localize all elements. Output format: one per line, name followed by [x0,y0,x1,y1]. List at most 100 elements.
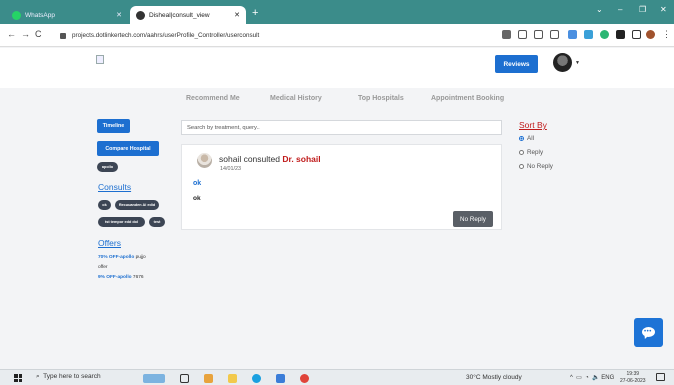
taskbar-search[interactable]: ⌕ Type here to search [36,373,101,381]
profile-nav-tabs: Recommend Me Medical History Top Hospita… [0,95,674,107]
url-text: projects.dotlinkertech.com/aahrs/userPro… [72,32,260,39]
user-avatar[interactable] [553,53,572,72]
offer-link[interactable]: 70% OFF-apollo [98,255,134,260]
extensions-puzzle-icon[interactable] [616,30,625,39]
reload-icon[interactable]: C [35,29,42,39]
search-highlight-icon[interactable] [143,374,165,383]
timeline-button[interactable]: Timeline [97,119,130,133]
caret-down-icon[interactable]: ▼ [575,60,580,66]
compare-hospital-button[interactable]: Compare Hospital [97,141,159,156]
address-bar-row: ← → C projects.dotlinkertech.com/aahrs/u… [0,24,674,47]
extension-icon[interactable] [600,30,609,39]
kebab-menu-icon[interactable]: ⋮ [662,29,671,40]
radio-checked[interactable] [519,136,524,141]
consult-tag[interactable]: Recuuanden Ai edid [115,200,159,210]
consults-heading[interactable]: Consults [98,182,131,192]
offer-link[interactable]: 9% OFF-apollo [98,275,132,280]
consult-subject[interactable]: ok [193,180,201,187]
forward-icon[interactable]: → [21,29,30,39]
consult-date: 14/01/23 [220,166,241,172]
zoom-icon[interactable] [518,30,527,39]
tab-search-icon[interactable]: ⌄ [596,5,603,14]
extension-icon[interactable] [584,30,593,39]
edge-icon[interactable] [252,374,261,383]
doctor-avatar [197,153,212,168]
share-icon[interactable] [534,30,543,39]
sort-by-heading: Sort By [519,120,547,130]
tab-disheal[interactable]: Disheal|consult_view ✕ [130,6,246,24]
radio-unchecked[interactable] [519,150,524,155]
consult-verb: consulted [241,154,283,164]
maximize-icon[interactable]: ❐ [639,5,646,14]
tab-whatsapp[interactable]: WhatsApp ✕ [6,6,128,24]
taskbar-clock[interactable]: 19:39 27-06-2023 [620,371,646,385]
no-reply-button[interactable]: No Reply [453,211,493,227]
chat-dots-icon: ••• [644,329,652,335]
site-favicon-icon [136,10,145,20]
sticky-notes-icon[interactable] [204,374,213,383]
tab-title: WhatsApp [25,11,55,19]
sort-option-all[interactable]: All [519,135,534,142]
windows-start-icon[interactable] [14,374,22,382]
extension-icon[interactable] [568,30,577,39]
consult-title: sohail consulted Dr. sohail [219,154,321,164]
key-icon[interactable] [502,30,511,39]
task-view-icon[interactable] [180,374,189,383]
consult-tag[interactable]: test [149,217,165,227]
notification-icon[interactable] [656,373,665,381]
sidepanel-icon[interactable] [632,30,641,39]
store-icon[interactable] [276,374,285,383]
offer-text: 7676 [131,275,144,280]
taskbar-search-placeholder: Type here to search [43,373,101,380]
tab-title: Disheal|consult_view [149,11,210,19]
consult-card: sohail consulted Dr. sohail 14/01/23 ok … [181,144,502,230]
language-indicator[interactable]: ENG [601,375,614,381]
search-input[interactable] [181,120,502,135]
whatsapp-icon [12,10,21,20]
offer-item: offer [98,265,108,270]
consult-tag[interactable]: ok [98,200,111,210]
sort-option-reply[interactable]: Reply [519,149,543,156]
bookmark-star-icon[interactable] [550,30,559,39]
chat-button[interactable]: ••• [634,318,663,347]
doctor-name[interactable]: Dr. sohail [282,154,320,164]
clock-date: 27-06-2023 [620,378,646,384]
hospital-tag[interactable]: apollo [97,162,118,172]
file-explorer-icon[interactable] [228,374,237,383]
offer-item: 9% OFF-apollo 7676 [98,275,144,280]
patient-name: sohail [219,154,242,164]
url-field[interactable]: projects.dotlinkertech.com/aahrs/userPro… [60,28,420,43]
offers-heading[interactable]: Offers [98,238,121,248]
site-header: Reviews ▼ [0,48,674,88]
offer-text: pujjo [134,255,146,260]
sort-option-no-reply[interactable]: No Reply [519,163,553,170]
consult-tag[interactable]: tst tempor edd dol [98,217,145,227]
offer-text: offer [98,265,108,270]
close-tab-icon[interactable]: ✕ [116,11,122,19]
weather-widget[interactable]: 30°C Mostly cloudy [466,374,522,381]
back-icon[interactable]: ← [7,29,16,39]
tab-top-hospitals[interactable]: Top Hospitals [358,95,404,102]
reviews-button[interactable]: Reviews [495,55,538,73]
consult-body: ok [193,195,201,202]
broken-logo-image[interactable] [96,55,104,64]
sort-option-label: No Reply [527,163,553,170]
new-tab-button[interactable]: + [252,6,258,20]
profile-avatar-icon[interactable] [646,30,655,39]
tab-appointment-booking[interactable]: Appointment Booking [431,95,504,102]
minimize-icon[interactable]: – [618,5,622,14]
tab-medical-history[interactable]: Medical History [270,95,322,102]
radio-unchecked[interactable] [519,164,524,169]
close-tab-icon[interactable]: ✕ [234,11,240,19]
browser-tab-bar: WhatsApp ✕ Disheal|consult_view ✕ + ⌄ – … [0,0,674,24]
system-tray[interactable]: ^ ▭ ◔ 🔈 ENG [570,374,614,381]
close-window-icon[interactable]: ✕ [660,5,667,14]
clock-time: 19:39 [626,371,640,377]
sort-option-label: All [527,135,534,142]
offer-item: 70% OFF-apollo pujjo [98,255,146,260]
chrome-icon[interactable] [300,374,309,383]
lock-icon [60,32,66,39]
tab-recommend-me[interactable]: Recommend Me [186,95,240,102]
windows-taskbar: ⌕ Type here to search 30°C Mostly cloudy… [0,369,674,385]
sort-option-label: Reply [527,149,544,156]
